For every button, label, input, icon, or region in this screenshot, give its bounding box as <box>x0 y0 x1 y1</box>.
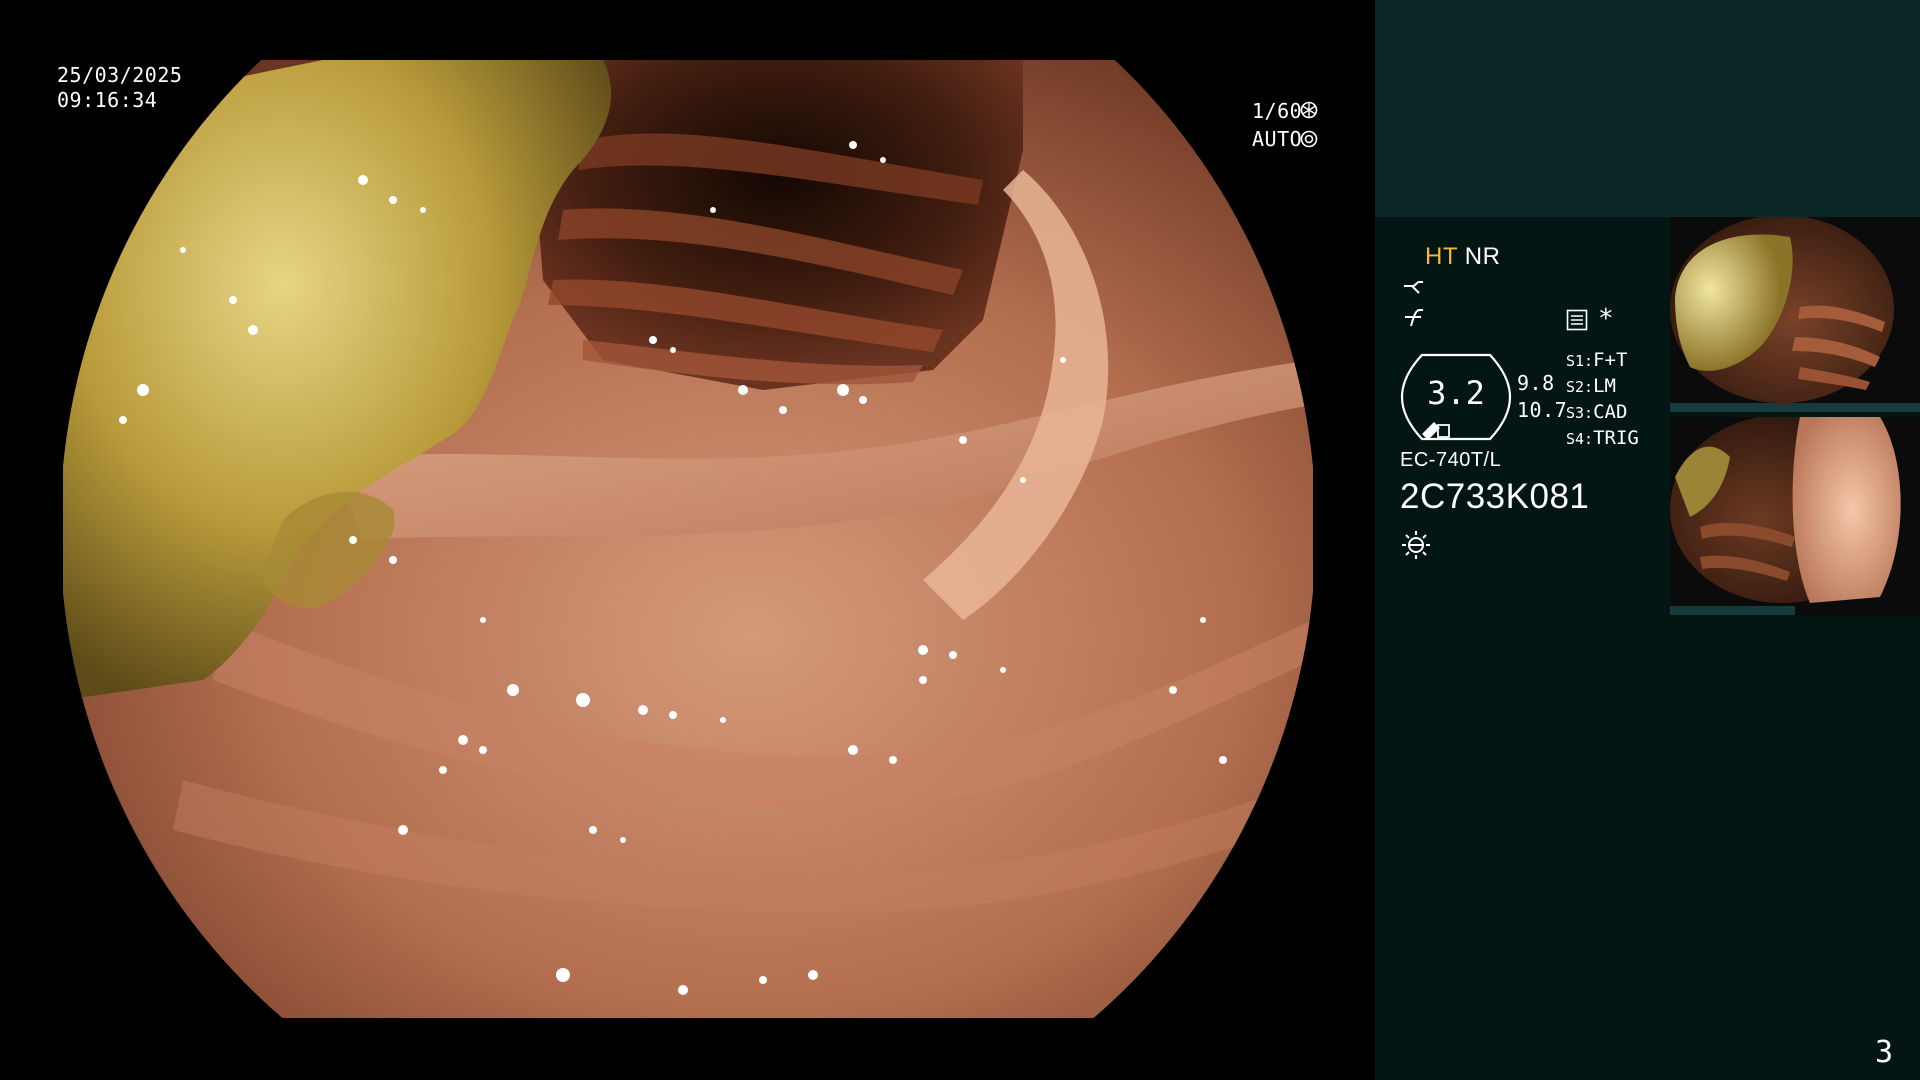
record-icon <box>1566 309 1588 335</box>
iris-icon <box>1300 130 1318 152</box>
switch-row: S3:CAD <box>1566 401 1628 423</box>
switch-list: S1:F+T S2:LM S3:CAD S4:TRIG <box>1566 348 1639 452</box>
endoscopic-image <box>63 60 1313 1018</box>
thumbnail-2[interactable] <box>1670 417 1920 615</box>
thumbnail-1[interactable] <box>1670 217 1920 412</box>
mode-indicators: HT NR <box>1425 244 1500 269</box>
side-panel-header <box>1375 0 1920 217</box>
switch-row: S4:TRIG <box>1566 427 1639 449</box>
value-bottom: 10.7 <box>1517 398 1568 422</box>
enhance-icon <box>1401 307 1427 333</box>
time-label: 09:16:34 <box>57 88 158 112</box>
switch-row: S2:LM <box>1566 375 1616 397</box>
value-top: 9.8 <box>1517 371 1555 395</box>
zoom-gauge: 3.2 <box>1400 352 1512 442</box>
shutter-speed-label: 1/60 <box>1252 99 1303 123</box>
nr-indicator: NR <box>1464 243 1501 270</box>
aperture-icon <box>1300 101 1318 123</box>
tone-curve-icon <box>1401 278 1427 302</box>
ht-indicator: HT <box>1425 243 1458 270</box>
asterisk-indicator: * <box>1598 304 1615 334</box>
exposure-mode-label: AUTO <box>1252 127 1303 151</box>
page-number: 3 <box>1874 1035 1893 1070</box>
zoom-value: 3.2 <box>1427 374 1485 412</box>
date-label: 25/03/2025 <box>57 63 183 87</box>
switch-row: S1:F+T <box>1566 349 1628 371</box>
sun-icon <box>1401 530 1431 564</box>
scope-model: EC-740T/L <box>1400 449 1502 471</box>
scope-serial: 2C733K081 <box>1400 477 1590 516</box>
